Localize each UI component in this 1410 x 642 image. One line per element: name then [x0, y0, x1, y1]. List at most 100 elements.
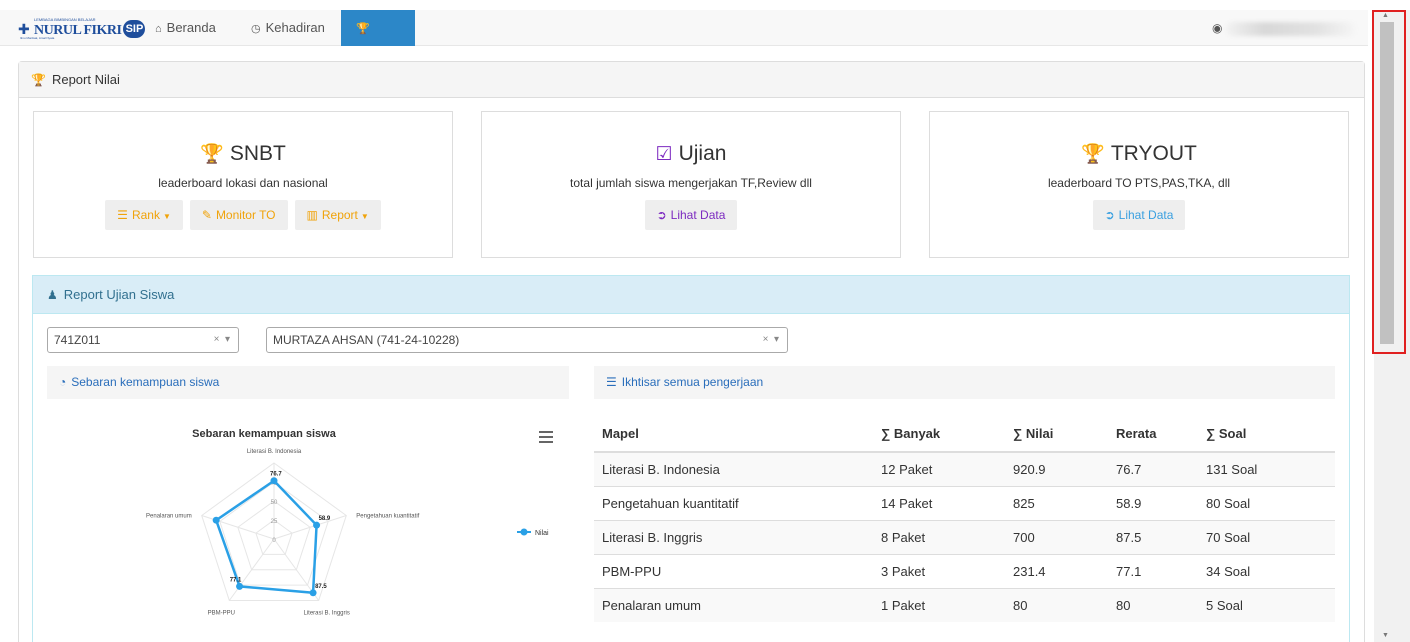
data-label: 87.5 [315, 584, 327, 590]
table-cell: 34 Soal [1198, 553, 1335, 588]
rank-dropdown-button[interactable]: ☰ Rank ▼ [105, 200, 183, 230]
class-select[interactable]: 741Z011 × ▾ [47, 327, 239, 353]
student-select-value: MURTAZA AHSAN (741-24-10228) [273, 333, 460, 347]
table-row: PBM-PPU 3 Paket 231.4 77.1 34 Soal [594, 553, 1335, 588]
radar-chart: Sebaran kemampuan siswa 0255075 Literasi… [146, 428, 553, 616]
table-cell: 70 Soal [1198, 519, 1335, 554]
table-cell: 80 [1108, 587, 1198, 622]
user-name-redacted [1226, 22, 1356, 36]
card-description: leaderboard lokasi dan nasional [158, 176, 328, 190]
brand-tagline: LEMBAGA BIMBINGAN BELAJAR [34, 17, 96, 22]
column-header: Rerata [1108, 416, 1198, 453]
select-controls[interactable]: × ▾ [214, 328, 230, 352]
user-menu[interactable]: ◉ [1212, 10, 1222, 46]
nav-item-label: Beranda [166, 20, 216, 35]
summary-table: Mapel ∑ Banyak ∑ Nilai Rerata ∑ Soal Lit… [594, 416, 1335, 622]
table-cell: Literasi B. Indonesia [594, 451, 873, 486]
axis-category-label: Literasi B. Indonesia [247, 449, 302, 455]
button-label: Report [321, 208, 358, 222]
button-label: Lihat Data [670, 208, 726, 222]
card-description: total jumlah siswa mengerjakan TF,Review… [570, 176, 812, 190]
legend-label: Nilai [535, 530, 549, 537]
select-controls[interactable]: × ▾ [763, 328, 779, 352]
scrollbar-highlight-box [1372, 10, 1406, 354]
arrow-circle-right-icon: ➲ [1104, 208, 1115, 222]
button-label: Lihat Data [1118, 208, 1174, 222]
table-cell: 700 [1005, 519, 1108, 554]
table-cell: 231.4 [1005, 553, 1108, 588]
radial-tick-label: 50 [271, 500, 278, 506]
card-description: leaderboard TO PTS,PAS,TKA, dll [1047, 176, 1231, 190]
table-cell: 3 Paket [873, 553, 1005, 588]
pie-chart-icon: ◔ [59, 375, 67, 389]
table-cell: 80 Soal [1198, 485, 1335, 520]
scroll-down-arrow-icon[interactable]: ▼ [1382, 632, 1389, 639]
clear-icon[interactable]: × [214, 334, 220, 345]
arrow-circle-right-icon: ➲ [656, 208, 667, 222]
caret-down-icon: ▼ [360, 212, 369, 221]
data-label: 58.9 [319, 516, 331, 522]
button-label: Monitor TO [215, 208, 276, 222]
data-point [212, 516, 220, 524]
card-title: ☑ Ujian [482, 141, 900, 168]
data-label: 76.7 [270, 472, 282, 478]
column-header: Mapel [594, 416, 873, 453]
card-title-text: SNBT [229, 142, 286, 165]
card-title: 🏆 SNBT [34, 141, 452, 168]
section-title: Report Ujian Siswa [63, 287, 175, 302]
table-cell: Literasi B. Inggris [594, 519, 873, 554]
monitor-to-button[interactable]: ✎ Monitor TO [189, 200, 288, 230]
table-cell: 825 [1005, 485, 1108, 520]
class-select-value: 741Z011 [54, 333, 101, 347]
axis-category-label: Pengetahuan kuantitatif [356, 514, 419, 520]
hamburger-menu-icon[interactable] [539, 431, 553, 443]
column-header: ∑ Soal [1198, 416, 1335, 453]
table-cell: 12 Paket [873, 451, 1005, 486]
nav-item-kehadiran[interactable]: ◷ Kehadiran [236, 10, 340, 46]
table-row: Penalaran umum 1 Paket 80 80 5 Soal [594, 587, 1335, 622]
clear-icon[interactable]: × [763, 334, 769, 345]
table-cell: 77.1 [1108, 553, 1198, 588]
data-point [270, 477, 278, 485]
nav-item-beranda[interactable]: ⌂ Beranda [140, 10, 231, 46]
table-cell: 8 Paket [873, 519, 1005, 554]
table-cell: Penalaran umum [594, 587, 873, 622]
brand-logo[interactable]: LEMBAGA BIMBINGAN BELAJAR ✚ NURUL FIKRI … [18, 17, 146, 40]
card-snbt: 🏆 SNBT leaderboard lokasi dan nasional ☰ R… [33, 111, 453, 258]
bar-chart-icon: ▥ [306, 208, 318, 222]
ujian-lihat-data-button[interactable]: ➲ Lihat Data [644, 200, 738, 230]
brand-motto: Ilmu Manfaat, Amal Nyata [20, 36, 55, 40]
check-square-icon: ☑ [655, 144, 673, 165]
tryout-lihat-data-button[interactable]: ➲ Lihat Data [1092, 200, 1186, 230]
report-dropdown-button[interactable]: ▥ Report ▼ [294, 200, 381, 230]
table-cell: 920.9 [1005, 451, 1108, 486]
chart-title: Sebaran kemampuan siswa [192, 428, 337, 440]
trophy-icon: 🏆 [356, 23, 370, 35]
table-cell: Pengetahuan kuantitatif [594, 485, 873, 520]
card-ujian: ☑ Ujian total jumlah siswa mengerjakan TF… [481, 111, 901, 258]
chevron-down-icon: ▾ [224, 334, 230, 345]
trophy-icon: 🏆 [31, 73, 46, 87]
chart-legend[interactable]: Nilai [517, 528, 549, 538]
nav-item-label: Kehadiran [265, 20, 325, 35]
caret-down-icon: ▼ [162, 212, 171, 221]
student-select[interactable]: MURTAZA AHSAN (741-24-10228) × ▾ [266, 327, 788, 353]
ikhtisar-box-heading: ☰ Ikhtisar semua pengerjaan [594, 366, 1335, 399]
top-navbar: LEMBAGA BIMBINGAN BELAJAR ✚ NURUL FIKRI … [0, 10, 1368, 72]
table-row: Pengetahuan kuantitatif 14 Paket 825 58.… [594, 485, 1335, 520]
panel-heading: 🏆 Report Nilai [19, 62, 1364, 98]
column-header: ∑ Nilai [1005, 416, 1108, 453]
trophy-icon: 🏆 [200, 144, 224, 165]
chevron-down-icon: ▾ [773, 334, 779, 345]
data-point [313, 521, 321, 529]
user-icon: ♟ [47, 288, 58, 302]
logo-emblem-icon: ✚ [18, 21, 30, 37]
data-point [309, 589, 317, 597]
radar-spoke [201, 515, 275, 540]
trophy-icon: 🏆 [1081, 144, 1105, 165]
table-row: Literasi B. Indonesia 12 Paket 920.9 76.… [594, 451, 1335, 486]
nav-item-nilai[interactable]: 🏆Nilai [341, 10, 415, 72]
list-icon: ☰ [117, 208, 128, 222]
axis-category-label: Penalaran umum [146, 514, 192, 520]
card-title-text: TRYOUT [1110, 142, 1197, 165]
